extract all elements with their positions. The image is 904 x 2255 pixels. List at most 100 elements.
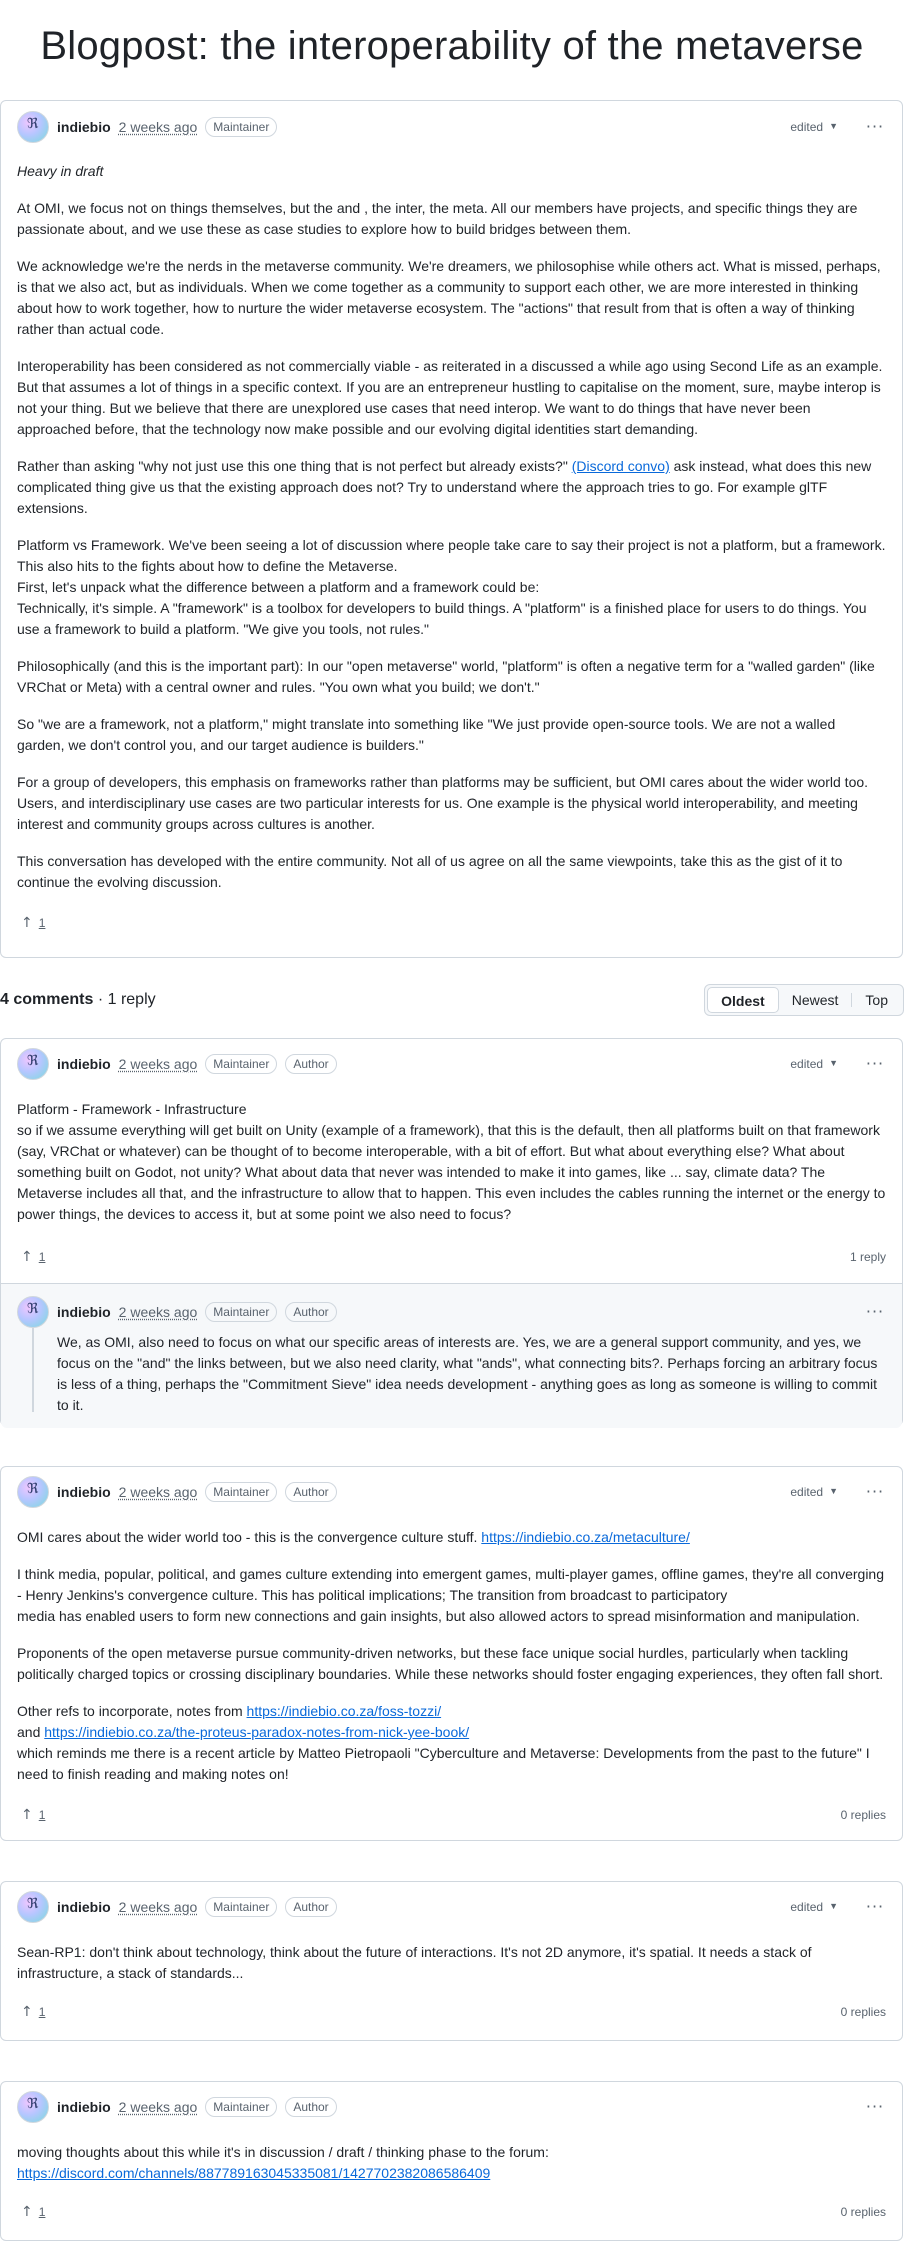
upvote-count: 1 [38,1250,46,1264]
upvote-button[interactable]: ↑ 1 [17,2202,49,2223]
author-name[interactable]: indiebio [57,1897,111,1918]
foss-tozzi-link[interactable]: https://indiebio.co.za/foss-tozzi/ [247,1703,442,1719]
arrow-up-icon: ↑ [21,2203,33,2220]
avatar[interactable]: ℜ [17,1296,49,1328]
sort-newest-button[interactable]: Newest [779,987,852,1013]
author-badge: Author [285,1302,337,1322]
edited-dropdown[interactable]: edited ▼ [790,1483,838,1501]
edited-label: edited [790,120,824,134]
post-paragraph: Rather than asking "why not just use thi… [17,458,872,516]
upvote-count: 1 [38,2205,46,2219]
author-name[interactable]: indiebio [57,117,111,138]
avatar-icon: ℜ [27,2096,39,2112]
proteus-paradox-link[interactable]: https://indiebio.co.za/the-proteus-parad… [44,1724,469,1740]
timestamp[interactable]: 2 weeks ago [119,1302,198,1323]
upvote-count: 1 [38,2005,46,2019]
comment-body: Platform - Framework - Infrastructure so … [1,1089,902,1225]
author-badge: Author [285,1054,337,1074]
arrow-up-icon: ↑ [21,2003,33,2020]
maintainer-badge: Maintainer [205,1482,278,1502]
avatar[interactable]: ℜ [17,1048,49,1080]
author-name[interactable]: indiebio [57,1302,111,1323]
comment: ℜ indiebio 2 weeks ago Maintainer Author… [0,1038,903,1428]
author-name[interactable]: indiebio [57,1482,111,1503]
more-options-icon[interactable]: ··· [864,1052,886,1076]
more-options-icon[interactable]: ··· [864,115,886,139]
post-paragraph: This conversation has developed with the… [17,853,843,890]
main-post: ℜ indiebio 2 weeks ago Maintainer edited… [0,100,903,958]
upvote-button[interactable]: ↑ 1 [17,1805,49,1826]
replies-count: 0 replies [840,1808,886,1822]
comment-footer: ↑ 1 0 replies [1,2194,902,2230]
post-body: Heavy in draft At OMI, we focus not on t… [1,151,902,893]
comment-paragraph: Platform - Framework - Infrastructure so … [17,1101,886,1222]
reply-text: We, as OMI, also need to focus on what o… [57,1334,878,1413]
timestamp[interactable]: 2 weeks ago [119,1482,198,1503]
post-paragraph: Interoperability has been considered as … [17,358,883,437]
chevron-down-icon: ▼ [829,121,838,132]
comment-body: Sean-RP1: don't think about technology, … [1,1932,902,1984]
upvote-button[interactable]: ↑ 1 [17,2002,49,2023]
upvote-button[interactable]: ↑ 1 [17,1247,49,1268]
chevron-down-icon: ▼ [829,1901,838,1912]
avatar[interactable]: ℜ [17,1891,49,1923]
edited-dropdown[interactable]: edited ▼ [790,1898,838,1916]
sort-oldest-button[interactable]: Oldest [707,987,779,1013]
post-paragraph: For a group of developers, this emphasis… [17,774,869,832]
avatar-icon: ℜ [27,1896,39,1912]
reply-header: ℜ indiebio 2 weeks ago Maintainer Author… [17,1296,886,1328]
comment: ℜ indiebio 2 weeks ago Maintainer Author… [0,1466,903,1841]
upvote-count: 1 [38,916,46,930]
author-name[interactable]: indiebio [57,2097,111,2118]
more-options-icon[interactable]: ··· [864,1480,886,1504]
comment-paragraph: Other refs to incorporate, notes from ht… [17,1703,870,1782]
author-name[interactable]: indiebio [57,1054,111,1075]
timestamp[interactable]: 2 weeks ago [119,117,198,138]
post-paragraph: Platform vs Framework. We've been seeing… [17,537,886,637]
timestamp[interactable]: 2 weeks ago [119,1897,198,1918]
edited-dropdown[interactable]: edited ▼ [790,1055,838,1073]
upvote-count: 1 [38,1808,46,1822]
post-header: ℜ indiebio 2 weeks ago Maintainer edited… [1,103,902,151]
timestamp[interactable]: 2 weeks ago [119,1054,198,1075]
reply: ℜ indiebio 2 weeks ago Maintainer Author… [1,1283,902,1428]
arrow-up-icon: ↑ [21,1806,33,1823]
edited-label: edited [790,1057,824,1071]
avatar[interactable]: ℜ [17,111,49,143]
post-paragraph: We acknowledge we're the nerds in the me… [17,258,881,337]
more-options-icon[interactable]: ··· [864,1895,886,1919]
comment-body: moving thoughts about this while it's in… [1,2132,902,2184]
author-badge: Author [285,1897,337,1917]
avatar[interactable]: ℜ [17,1476,49,1508]
chevron-down-icon: ▼ [829,1486,838,1497]
maintainer-badge: Maintainer [205,1897,278,1917]
chevron-down-icon: ▼ [829,1058,838,1069]
comment-footer: ↑ 1 1 reply [1,1239,902,1275]
maintainer-badge: Maintainer [205,117,278,137]
avatar-icon: ℜ [27,1481,39,1497]
maintainer-badge: Maintainer [205,1302,278,1322]
comment: ℜ indiebio 2 weeks ago Maintainer Author… [0,2081,903,2241]
more-options-icon[interactable]: ··· [864,2095,886,2119]
discord-forum-link[interactable]: https://discord.com/channels/88778916304… [17,2165,490,2181]
comment-footer: ↑ 1 0 replies [1,1994,902,2030]
maintainer-badge: Maintainer [205,2097,278,2117]
reply-body: We, as OMI, also need to focus on what o… [17,1332,886,1416]
timestamp[interactable]: 2 weeks ago [119,2097,198,2118]
replies-count: 1 reply [849,1250,886,1264]
arrow-up-icon: ↑ [21,914,33,931]
comments-count: 4 comments · 1 reply [0,991,156,1008]
discord-convo-link[interactable]: (Discord convo) [572,458,670,474]
sort-top-button[interactable]: Top [852,987,901,1013]
metaculture-link[interactable]: https://indiebio.co.za/metaculture/ [481,1529,690,1545]
comments-bar: 4 comments · 1 reply Oldest Newest Top [0,980,904,1020]
avatar[interactable]: ℜ [17,2091,49,2123]
upvote-button[interactable]: ↑ 1 [17,913,49,934]
more-options-icon[interactable]: ··· [864,1300,886,1324]
edited-dropdown[interactable]: edited ▼ [790,118,838,136]
comment-paragraph: I think media, popular, political, and g… [17,1566,884,1624]
comment-header: ℜ indiebio 2 weeks ago Maintainer Author… [1,1467,902,1517]
post-paragraph: Heavy in draft [17,163,104,179]
maintainer-badge: Maintainer [205,1054,278,1074]
sort-toggle: Oldest Newest Top [704,984,904,1016]
